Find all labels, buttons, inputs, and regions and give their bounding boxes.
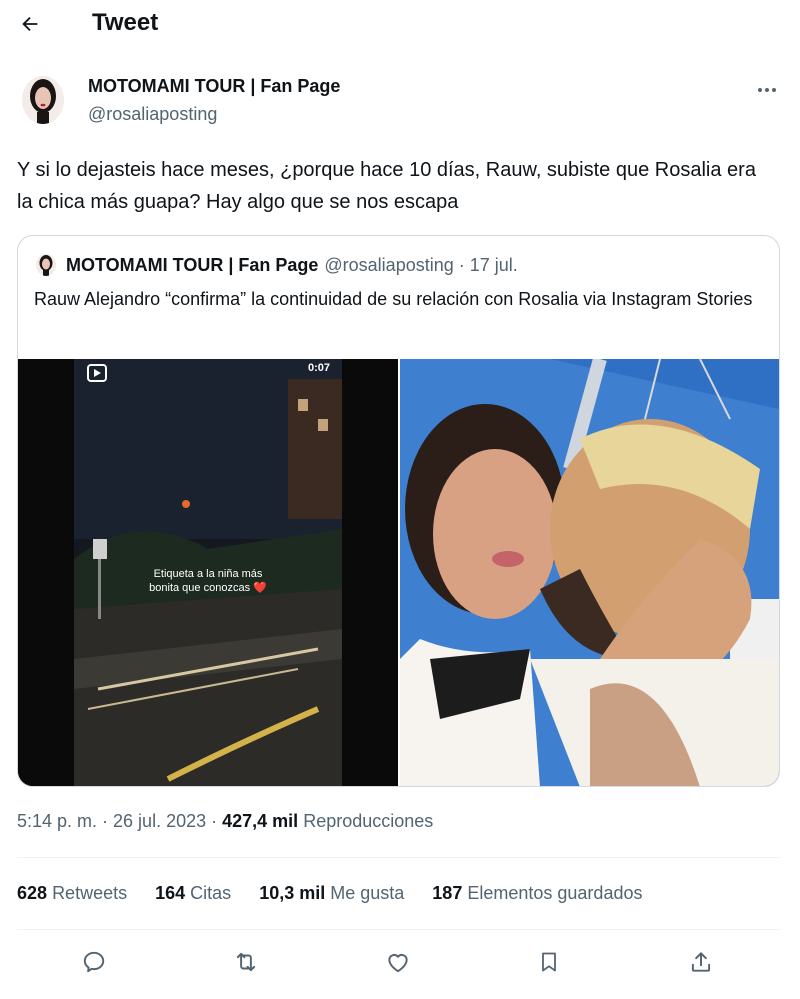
quoted-author-name: MOTOMAMI TOUR | Fan Page	[66, 254, 319, 275]
action-bar	[0, 944, 800, 980]
video-caption-line-1: Etiqueta a la niña más	[154, 568, 263, 580]
share-button[interactable]	[683, 944, 719, 980]
stat-likes[interactable]: 10,3 mil Me gusta	[259, 883, 404, 904]
author-handle[interactable]: @rosaliaposting	[88, 104, 217, 125]
retweet-icon	[236, 952, 256, 972]
quoted-date: 17 jul.	[469, 254, 518, 275]
stat-count: 628	[17, 883, 48, 903]
share-icon	[691, 952, 711, 972]
quoted-tweet[interactable]: MOTOMAMI TOUR | Fan Page @rosaliaposting…	[17, 235, 780, 787]
quoted-author-handle: @rosaliaposting	[324, 254, 454, 275]
separator-dot: ·	[458, 254, 465, 275]
stat-retweets[interactable]: 628 Retweets	[17, 883, 127, 904]
views-count: 427,4 mil	[222, 811, 299, 831]
tweet-timestamp[interactable]: 5:14 p. m. · 26 jul. 2023 ·	[17, 811, 217, 831]
quoted-text: Rauw Alejandro “confirma” la continuidad…	[34, 289, 753, 309]
stat-count: 187	[432, 883, 463, 903]
bookmark-button[interactable]	[531, 944, 567, 980]
stat-bookmarks[interactable]: 187 Elementos guardados	[432, 883, 642, 904]
more-options-button[interactable]	[752, 80, 782, 100]
divider	[17, 929, 780, 930]
tweet-text: Y si lo dejasteis hace meses, ¿porque ha…	[17, 159, 756, 213]
reply-button[interactable]	[76, 944, 112, 980]
video-duration: 0:07	[308, 362, 330, 374]
views-label: Reproducciones	[303, 811, 434, 831]
stat-label: Me gusta	[330, 883, 405, 903]
stat-count: 164	[155, 883, 186, 903]
stat-count: 10,3 mil	[259, 883, 326, 903]
stat-label: Elementos guardados	[467, 883, 643, 903]
dot	[758, 88, 762, 92]
media-photo[interactable]	[400, 359, 779, 786]
tweet-metadata: 5:14 p. m. · 26 jul. 2023 · 427,4 mil Re…	[17, 811, 433, 832]
media-video-story[interactable]: 0:07 Etiqueta a la niña más bonita que c…	[18, 359, 398, 786]
retweet-button[interactable]	[228, 944, 264, 980]
quoted-tweet-header: MOTOMAMI TOUR | Fan Page @rosaliaposting…	[36, 254, 518, 276]
dot	[772, 88, 776, 92]
stat-label: Retweets	[52, 883, 128, 903]
video-caption-line-2: bonita que conozcas ❤️	[149, 581, 267, 594]
quoted-avatar	[36, 254, 56, 276]
stat-quotes[interactable]: 164 Citas	[155, 883, 231, 904]
bookmark-icon	[542, 952, 556, 972]
tweet-stats: 628 Retweets 164 Citas 10,3 mil Me gusta…	[17, 883, 642, 904]
like-button[interactable]	[380, 944, 416, 980]
author-name[interactable]: MOTOMAMI TOUR | Fan Page	[88, 76, 340, 97]
avatar[interactable]	[22, 76, 64, 124]
tweet-author: MOTOMAMI TOUR | Fan Page @rosaliaposting	[22, 74, 782, 130]
back-button[interactable]	[12, 6, 48, 42]
divider	[17, 857, 780, 858]
quoted-media: 0:07 Etiqueta a la niña más bonita que c…	[18, 359, 779, 786]
arrow-left-icon	[22, 16, 38, 32]
top-bar: Tweet	[0, 0, 800, 48]
page-title: Tweet	[92, 9, 159, 36]
dot	[765, 88, 769, 92]
stat-label: Citas	[190, 883, 232, 903]
like-icon	[388, 954, 408, 973]
reply-icon	[83, 951, 105, 973]
